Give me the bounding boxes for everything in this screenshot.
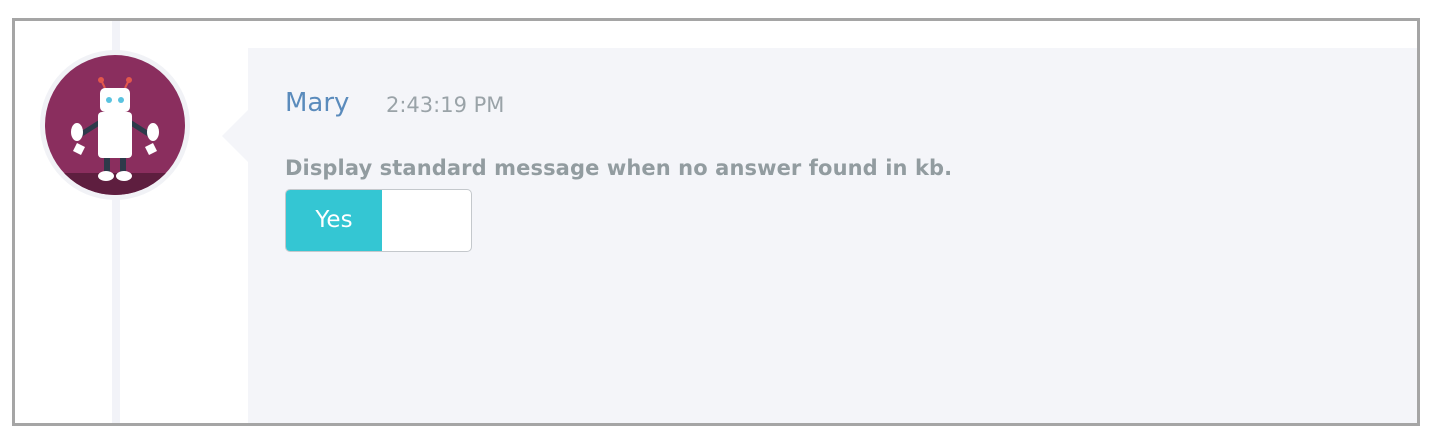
message-author: Mary	[285, 88, 350, 118]
robot-icon	[45, 55, 185, 195]
message-text: Display standard message when no answer …	[285, 156, 953, 180]
chat-panel: Mary 2:43:19 PM Display standard message…	[12, 18, 1420, 426]
toggle-on-label: Yes	[286, 190, 382, 251]
avatar	[45, 55, 185, 195]
yes-toggle-switch[interactable]: Yes	[285, 189, 472, 252]
message-timestamp: 2:43:19 PM	[386, 93, 505, 117]
bubble-pointer	[222, 110, 248, 162]
